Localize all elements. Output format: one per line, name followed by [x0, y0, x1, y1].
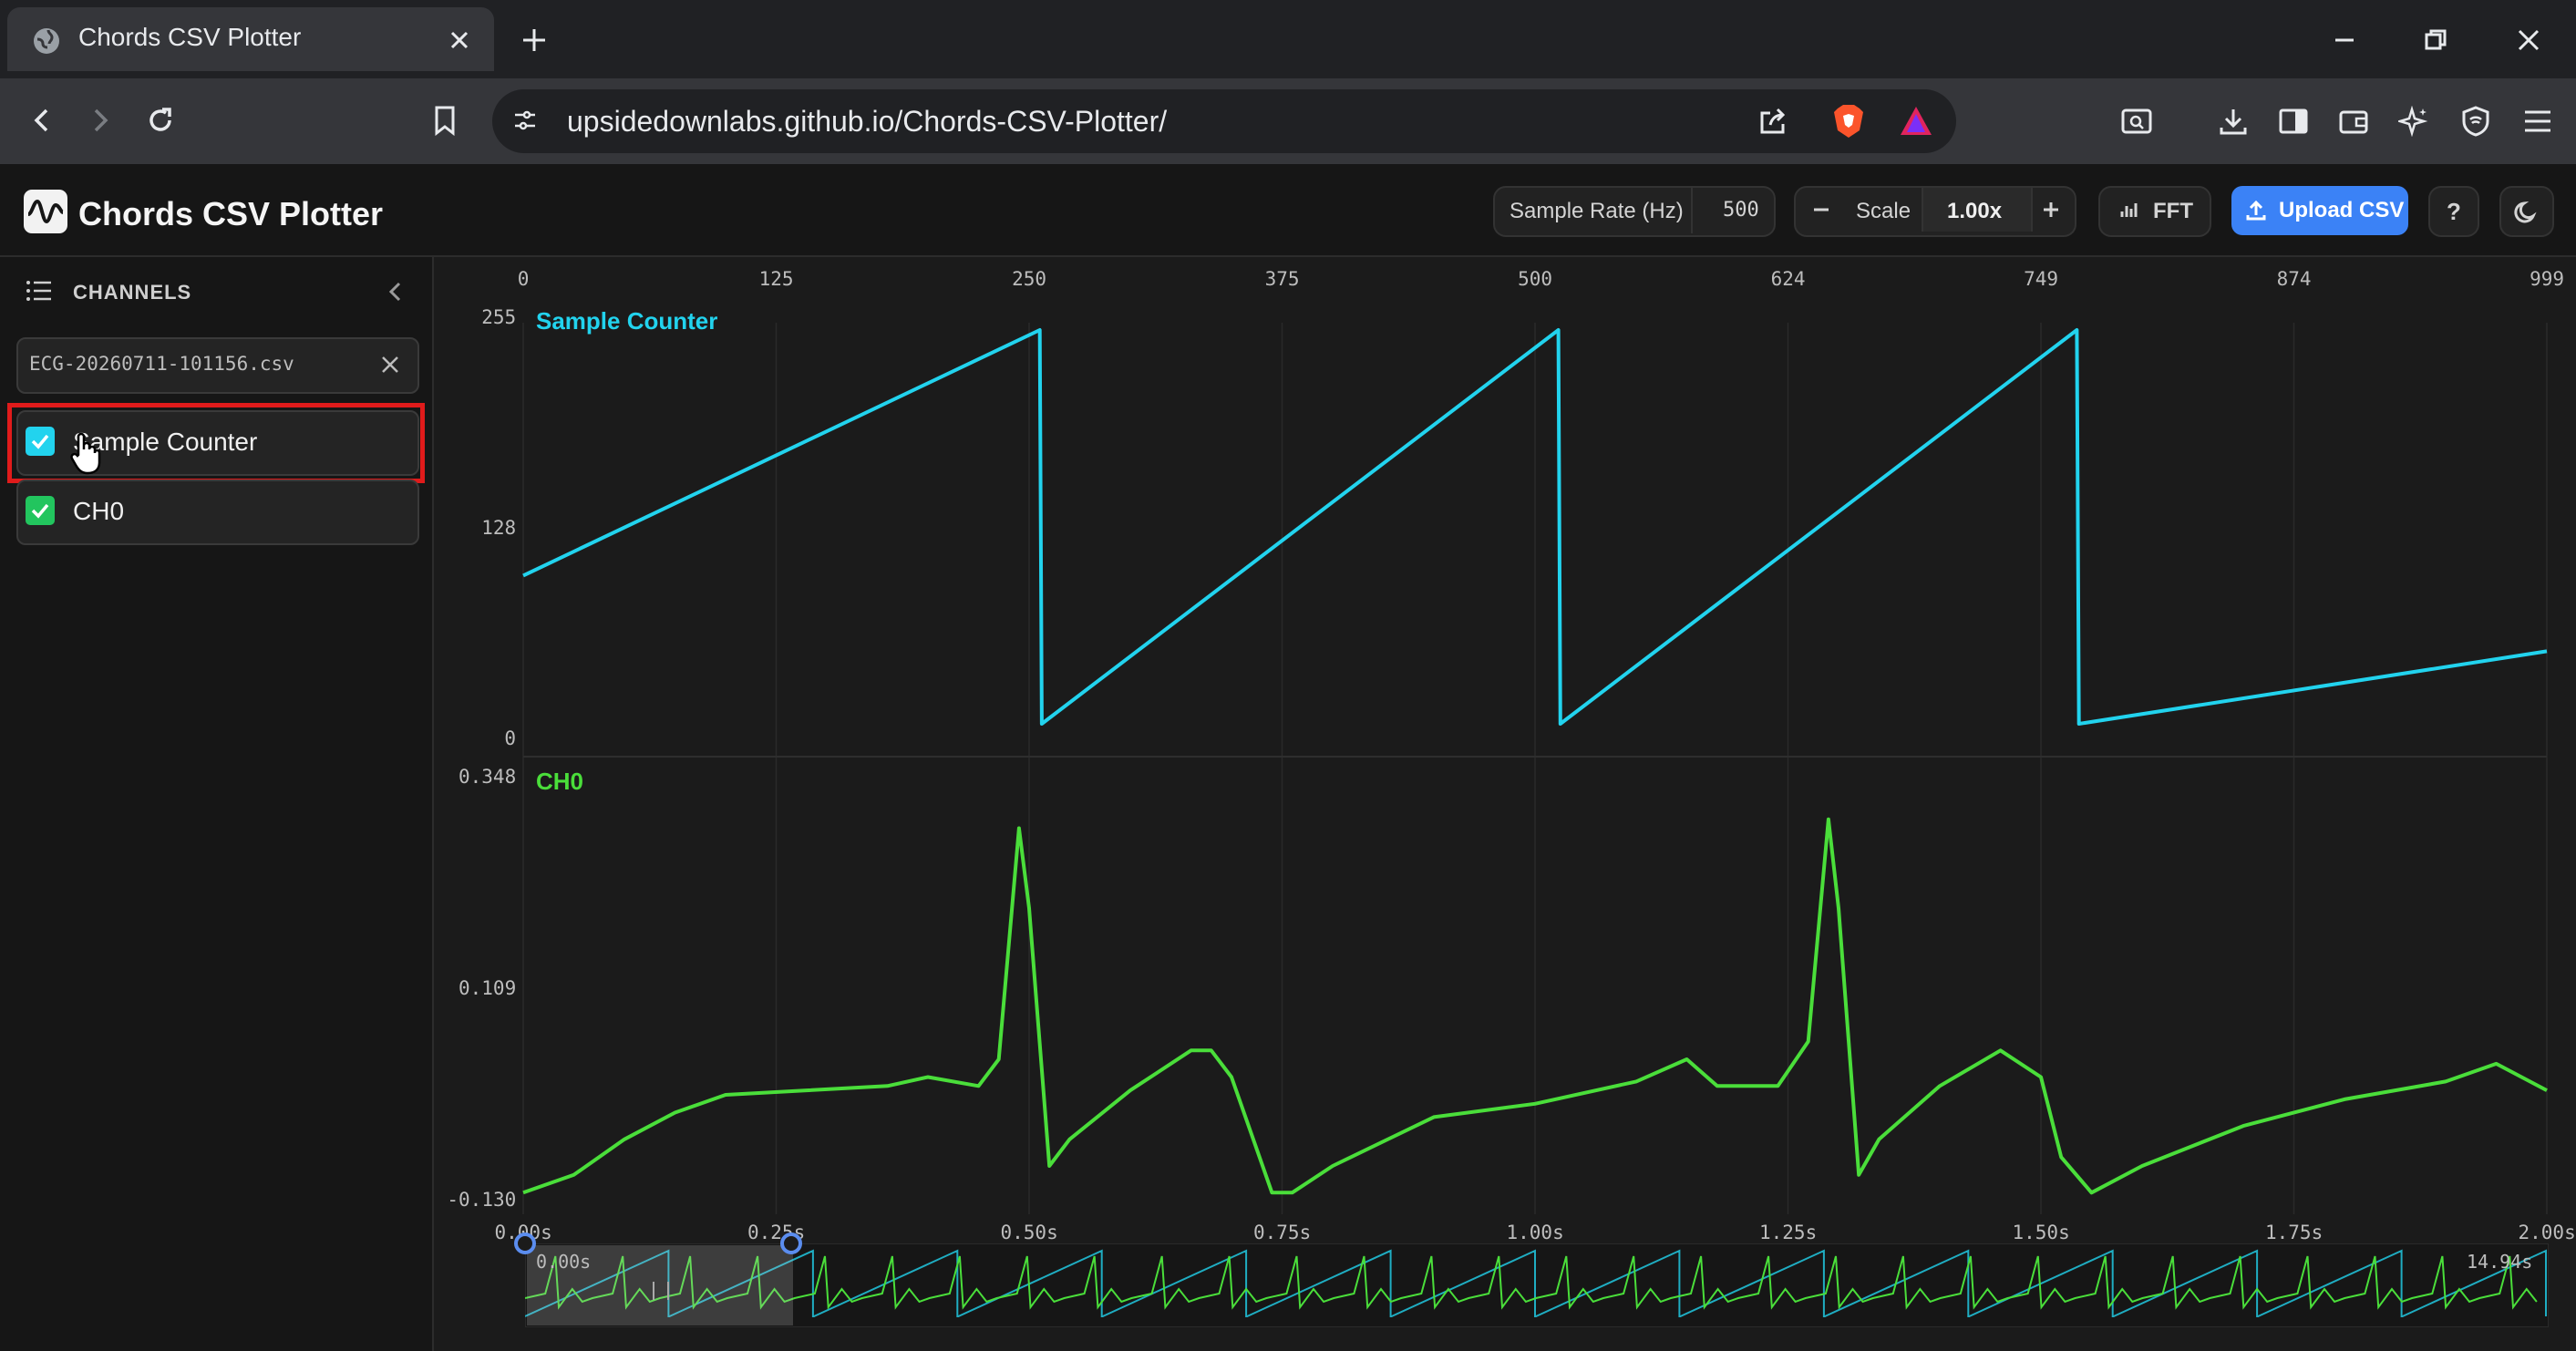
sample-counter-y-tick: 0: [504, 727, 517, 749]
navigator-handle-right[interactable]: [780, 1232, 802, 1254]
navigator-minimap: [525, 1249, 2547, 1317]
navigator-grip-icon: [653, 1282, 669, 1300]
sample-counter-y-tick: 255: [481, 306, 517, 328]
plot-canvas[interactable]: [0, 0, 2576, 1351]
ch0-y-tick: 0.348: [459, 766, 517, 788]
navigator-start-label: 0.00s: [536, 1251, 592, 1273]
navigator-ch0-line: [525, 1255, 2538, 1310]
chart-title-ch0: CH0: [536, 768, 584, 795]
ch0-y-tick: 0.109: [459, 977, 517, 999]
sample-counter-y-tick: 128: [481, 517, 517, 539]
chart-title-sample-counter: Sample Counter: [536, 307, 718, 335]
navigator-end-label: 14.94s: [2467, 1251, 2533, 1273]
grid-lines: [522, 323, 2548, 1214]
navigator-handle-left[interactable]: [514, 1232, 536, 1254]
ch0-y-tick: -0.130: [447, 1189, 517, 1211]
